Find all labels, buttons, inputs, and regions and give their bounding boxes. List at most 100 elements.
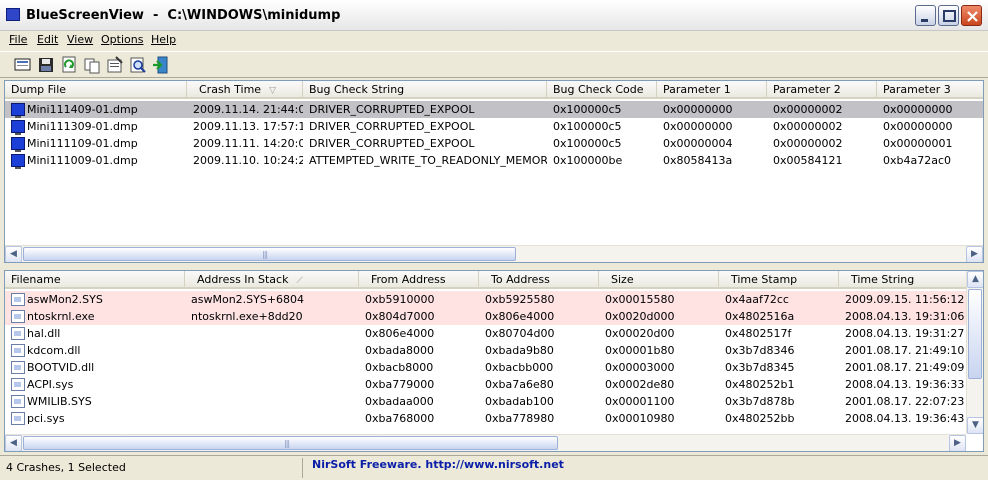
- disk-button[interactable]: [36, 55, 56, 75]
- scroll-right-button[interactable]: ▶: [966, 246, 983, 262]
- menu-bar: File Edit View Options Help: [0, 31, 988, 50]
- status-summary: 4 Crashes, 1 Selected: [6, 461, 126, 474]
- module-row[interactable]: BOOTVID.dll 0xbacb8000 0xbacbb000 0x0000…: [5, 359, 966, 376]
- bug-check-string: DRIVER_CORRUPTED_EXPOOL: [309, 103, 475, 116]
- bug-check-code: 0x100000c5: [553, 120, 622, 133]
- col-bug-check-code[interactable]: Bug Check Code: [547, 81, 657, 99]
- parameter-3: 0x00000000: [883, 120, 953, 133]
- from-address: 0xbadaa000: [365, 395, 434, 408]
- parameter-2: 0x00000002: [773, 103, 843, 116]
- col-to-address[interactable]: To Address: [479, 271, 599, 289]
- time-string: 2009.09.15. 11:56:12: [845, 293, 965, 306]
- address-in-stack: [185, 410, 359, 427]
- to-address: 0xbada9b80: [485, 344, 554, 357]
- filename: hal.dll: [27, 327, 61, 340]
- crash-time: 2009.11.14. 21:44:05: [193, 103, 303, 116]
- module-row[interactable]: hal.dll 0x806e4000 0x80704d00 0x00020d00…: [5, 325, 966, 342]
- scroll-down-button[interactable]: ▼: [967, 417, 983, 434]
- scroll-thumb[interactable]: |||: [23, 247, 516, 261]
- col-parameter-2[interactable]: Parameter 2: [767, 81, 877, 99]
- scroll-up-button[interactable]: ▲: [967, 271, 983, 288]
- bug-check-code: 0x100000be: [553, 154, 623, 167]
- nirsoft-link[interactable]: NirSoft Freeware. http://www.nirsoft.net: [312, 458, 564, 471]
- crash-time: 2009.11.11. 14:20:03: [193, 137, 303, 150]
- col-bug-check-string[interactable]: Bug Check String: [303, 81, 547, 99]
- filename: pci.sys: [27, 412, 65, 425]
- grip-icon: |||: [284, 439, 290, 448]
- scroll-right-button[interactable]: ▶: [949, 435, 966, 451]
- scroll-left-button[interactable]: ◀: [5, 246, 22, 262]
- module-row[interactable]: ntoskrnl.exe ntoskrnl.exe+8dd20 0x804d70…: [5, 308, 966, 325]
- size: 0x0020d000: [605, 310, 675, 323]
- menu-edit[interactable]: Edit: [37, 33, 58, 46]
- module-row[interactable]: ACPI.sys 0xba779000 0xba7a6e80 0x0002de8…: [5, 376, 966, 393]
- col-parameter-1[interactable]: Parameter 1: [657, 81, 767, 99]
- dump-file: Mini111309-01.dmp: [27, 120, 138, 133]
- properties-button[interactable]: [105, 55, 125, 75]
- save-button[interactable]: [13, 55, 33, 75]
- scroll-thumb[interactable]: |||: [23, 436, 558, 450]
- modules-vscrollbar[interactable]: ▲ ▼: [966, 271, 983, 434]
- col-dump-file[interactable]: Dump File: [5, 81, 187, 99]
- modules-list[interactable]: Filename Address In Stack ⟋ From Address …: [4, 270, 984, 452]
- maximize-button[interactable]: [938, 5, 959, 26]
- crash-row[interactable]: Mini111409-01.dmp 2009.11.14. 21:44:05 D…: [5, 101, 983, 118]
- exit-icon: [153, 56, 168, 74]
- col-address-in-stack[interactable]: Address In Stack ⟋: [185, 271, 359, 289]
- menu-view[interactable]: View: [67, 33, 93, 46]
- exit-button[interactable]: [151, 55, 171, 75]
- bug-check-code: 0x100000c5: [553, 137, 622, 150]
- crash-row[interactable]: Mini111109-01.dmp 2009.11.11. 14:20:03 D…: [5, 135, 965, 152]
- minimize-button[interactable]: [915, 5, 936, 26]
- menu-file[interactable]: File: [9, 33, 27, 46]
- size: 0x00020d00: [605, 327, 675, 340]
- module-row[interactable]: kdcom.dll 0xbada8000 0xbada9b80 0x00001b…: [5, 342, 966, 359]
- parameter-1: 0x00000000: [663, 103, 733, 116]
- modules-hscrollbar[interactable]: ◀ ||| ▶: [5, 434, 966, 451]
- scroll-left-button[interactable]: ◀: [5, 435, 22, 451]
- address-in-stack: [185, 325, 359, 342]
- crash-row[interactable]: Mini111009-01.dmp 2009.11.10. 10:24:23 A…: [5, 152, 965, 169]
- crashes-hscrollbar[interactable]: ◀ ||| ▶: [5, 245, 983, 262]
- close-button[interactable]: [961, 5, 982, 26]
- parameter-2: 0x00000002: [773, 137, 843, 150]
- crash-row[interactable]: Mini111309-01.dmp 2009.11.13. 17:57:10 D…: [5, 118, 965, 135]
- parameter-3: 0x00000001: [883, 137, 953, 150]
- col-size[interactable]: Size: [599, 271, 719, 289]
- module-row[interactable]: pci.sys 0xba768000 0xba778980 0x00010980…: [5, 410, 966, 427]
- minimize-icon: [921, 19, 928, 22]
- col-time-string[interactable]: Time String: [839, 271, 966, 289]
- dump-file: Mini111009-01.dmp: [27, 154, 138, 167]
- time-stamp: 0x4802516a: [725, 310, 795, 323]
- to-address: 0x806e4000: [485, 310, 555, 323]
- scroll-thumb[interactable]: [968, 289, 982, 379]
- menu-options[interactable]: Options: [101, 33, 143, 46]
- col-parameter-3[interactable]: Parameter 3: [877, 81, 983, 99]
- address-in-stack: [185, 359, 359, 376]
- refresh-icon: [62, 56, 76, 73]
- grip-icon: |||: [262, 250, 268, 259]
- crashes-list[interactable]: Dump File Crash Time ▽ Bug Check String B…: [4, 80, 984, 263]
- address-in-stack: [185, 393, 359, 410]
- refresh-button[interactable]: [59, 55, 79, 75]
- find-button[interactable]: [128, 55, 148, 75]
- module-row[interactable]: aswMon2.SYS aswMon2.SYS+6804 0xb5910000 …: [5, 291, 966, 308]
- time-stamp: 0x3b7d8346: [725, 344, 795, 357]
- time-stamp: 0x480252bb: [725, 412, 795, 425]
- time-stamp: 0x3b7d8345: [725, 361, 795, 374]
- parameter-1: 0x8058413a: [663, 154, 733, 167]
- col-from-address[interactable]: From Address: [359, 271, 479, 289]
- col-crash-time[interactable]: Crash Time ▽: [187, 81, 303, 99]
- to-address: 0xba778980: [485, 412, 555, 425]
- col-filename[interactable]: Filename: [5, 271, 185, 289]
- col-time-stamp[interactable]: Time Stamp: [719, 271, 839, 289]
- address-in-stack: [185, 376, 359, 393]
- menu-help[interactable]: Help: [151, 33, 176, 46]
- save-icon: [14, 58, 31, 71]
- filename: kdcom.dll: [27, 344, 81, 357]
- copy-button[interactable]: [82, 55, 102, 75]
- time-string: 2008.04.13. 19:36:33: [845, 378, 965, 391]
- module-row[interactable]: WMILIB.SYS 0xbadaa000 0xbadab100 0x00001…: [5, 393, 966, 410]
- crash-time: 2009.11.13. 17:57:10: [193, 120, 303, 133]
- crashes-header: Dump File Crash Time ▽ Bug Check String B…: [5, 81, 983, 99]
